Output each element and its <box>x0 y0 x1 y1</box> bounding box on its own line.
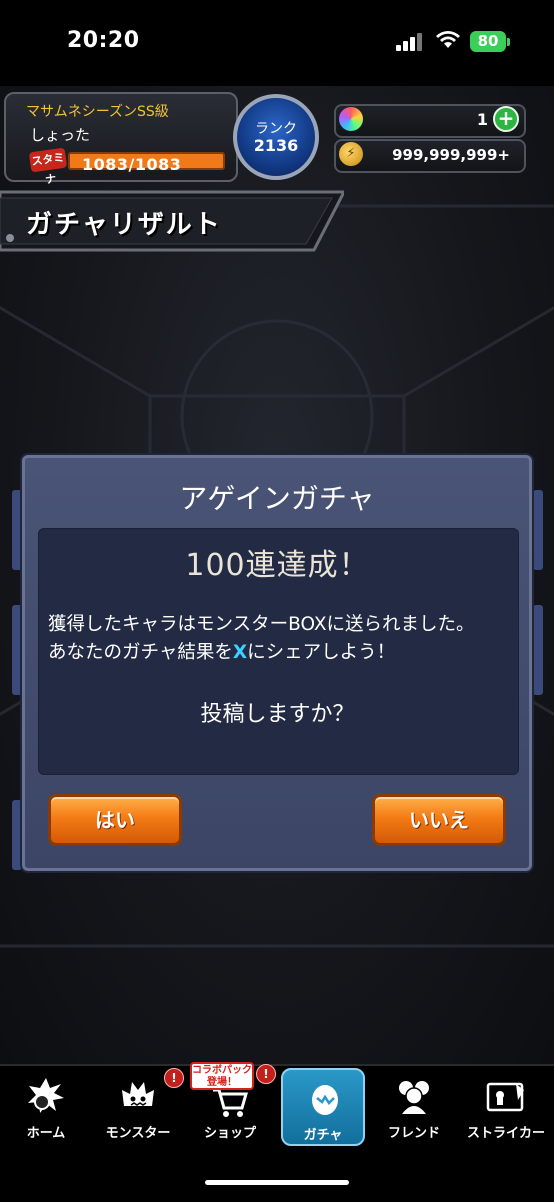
orb-count: 1 <box>476 110 488 129</box>
player-title: マサムネシーズンSS級 <box>26 104 169 120</box>
dialog-message-line2-pre: あなたのガチャ結果を <box>48 642 233 663</box>
nav-striker[interactable]: ストライカー <box>460 1066 552 1146</box>
nav-friend[interactable]: フレンド <box>368 1066 460 1146</box>
rank-label: ランク <box>255 121 297 137</box>
result-card-left <box>12 800 22 870</box>
friends-icon <box>399 1081 429 1114</box>
monster-alert-badge: ! <box>164 1068 184 1088</box>
orb-icon <box>339 107 363 131</box>
nav-shop-label: ショップ <box>203 1126 256 1141</box>
striker-card-icon <box>486 1082 524 1112</box>
result-card-right <box>533 490 543 570</box>
wifi-icon <box>436 31 460 48</box>
battery-tip <box>507 38 510 46</box>
collab-pack-badge: コラボパック 登場！ <box>190 1062 254 1090</box>
collab-pack-badge-line2: 登場！ <box>207 1077 237 1088</box>
nav-home-label: ホーム <box>26 1126 66 1141</box>
yes-button[interactable]: はい <box>48 794 182 846</box>
status-bar: 20:20 80 <box>0 0 554 86</box>
nav-gacha-label: ガチャ <box>303 1128 343 1143</box>
coin-icon: ⚡ <box>339 142 363 166</box>
status-clock: 20:20 <box>67 28 140 53</box>
buy-orbs-button[interactable]: + <box>493 106 519 132</box>
dialog-question: 投稿しますか？ <box>200 702 355 727</box>
stamina-value: 1083/1083 <box>82 155 182 174</box>
nav-striker-label: ストライカー <box>466 1126 545 1141</box>
nav-gacha[interactable]: ガチャ <box>281 1068 365 1146</box>
shop-alert-badge: ! <box>256 1064 276 1084</box>
screen-title: ガチャリザルト <box>26 210 222 240</box>
home-explosion-icon <box>28 1078 64 1113</box>
nav-friend-label: フレンド <box>387 1126 440 1141</box>
cellular-signal-icon <box>396 33 422 51</box>
x-brand-text: X <box>232 642 248 663</box>
dialog-title: アゲインガチャ <box>179 482 375 515</box>
result-card-left <box>12 605 22 695</box>
gacha-egg-icon <box>312 1085 338 1115</box>
collab-pack-badge-line1: コラボパック <box>192 1065 252 1076</box>
result-card-left <box>12 490 22 570</box>
coin-count: 999,999,999+ <box>392 146 510 164</box>
player-name: しょった <box>30 126 91 144</box>
dialog-message-line1: 獲得したキャラはモンスターBOXに送られました。 <box>48 614 475 635</box>
rank-value: 2136 <box>253 136 299 155</box>
dialog-message-line2: あなたのガチャ結果をXにシェアしよう！ <box>48 638 518 664</box>
result-card-right <box>533 605 543 695</box>
dialog-heading: 100連達成！ <box>185 548 370 583</box>
nav-home[interactable]: ホーム <box>0 1066 92 1146</box>
dialog-message-line2-post: にシェアしよう！ <box>247 642 396 663</box>
home-indicator <box>205 1180 349 1185</box>
no-button[interactable]: いいえ <box>372 794 506 846</box>
monster-icon <box>122 1082 154 1106</box>
battery-indicator: 80 <box>470 31 506 52</box>
nav-monster-label: モンスター <box>105 1126 171 1141</box>
